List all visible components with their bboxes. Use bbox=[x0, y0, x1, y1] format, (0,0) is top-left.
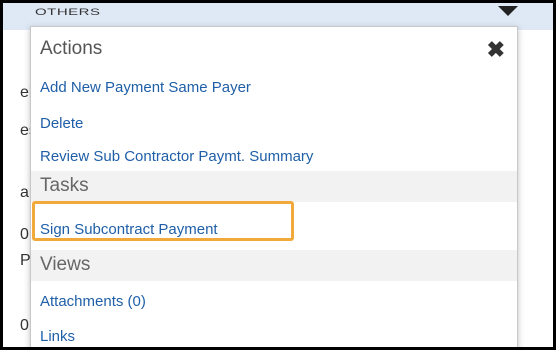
menu-item-attachments[interactable]: Attachments (0) bbox=[40, 293, 146, 310]
section-title-views: Views bbox=[40, 254, 91, 275]
section-title-tasks: Tasks bbox=[40, 175, 89, 196]
close-icon[interactable]: ✖ bbox=[487, 37, 505, 63]
menu-header: Actions ✖ bbox=[31, 35, 517, 67]
section-tasks: Tasks bbox=[31, 171, 517, 202]
menu-title-actions: Actions bbox=[40, 38, 103, 59]
menu-item-add-new-payment[interactable]: Add New Payment Same Payer bbox=[40, 79, 251, 96]
section-views: Views bbox=[31, 250, 517, 281]
dropdown-caret-icon bbox=[498, 6, 518, 16]
partial-header-text: OTHERS bbox=[35, 7, 101, 18]
menu-item-links[interactable]: Links bbox=[40, 328, 75, 345]
menu-item-sign-subcontract-payment[interactable]: Sign Subcontract Payment bbox=[40, 221, 218, 238]
background-text-fragment: 0 bbox=[20, 226, 29, 243]
context-menu: Actions ✖ Add New Payment Same Payer Del… bbox=[30, 26, 518, 350]
menu-item-review-summary[interactable]: Review Sub Contractor Paymt. Summary bbox=[40, 148, 313, 165]
menu-item-delete[interactable]: Delete bbox=[40, 115, 83, 132]
